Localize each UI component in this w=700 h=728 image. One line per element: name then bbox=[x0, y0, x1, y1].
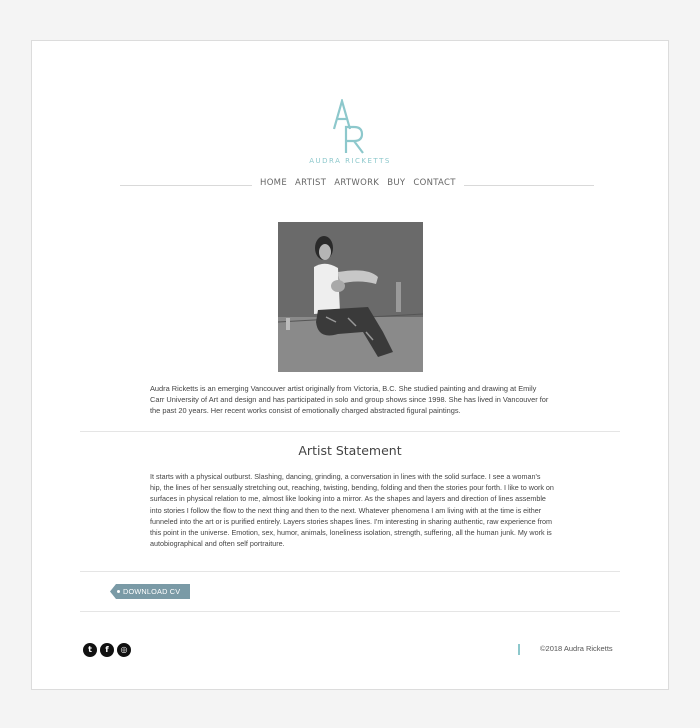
facebook-icon[interactable]: f bbox=[100, 643, 114, 657]
nav-menu: HOME ARTIST ARTWORK BUY CONTACT bbox=[260, 178, 456, 188]
artist-photo bbox=[278, 222, 423, 372]
nav-item-contact[interactable]: CONTACT bbox=[413, 178, 455, 188]
site-logo[interactable]: AUDRA RICKETTS bbox=[32, 99, 668, 165]
monogram-logo bbox=[320, 99, 380, 155]
nav-divider-left bbox=[120, 185, 252, 186]
page-frame: AUDRA RICKETTS HOME ARTIST ARTWORK BUY C… bbox=[31, 40, 669, 690]
artist-statement: It starts with a physical outburst. Slas… bbox=[150, 472, 554, 549]
artist-bio: Audra Ricketts is an emerging Vancouver … bbox=[150, 384, 549, 415]
nav-divider-right bbox=[464, 185, 594, 186]
brand-name: AUDRA RICKETTS bbox=[309, 157, 391, 165]
divider bbox=[80, 431, 620, 432]
instagram-icon[interactable]: ◎ bbox=[117, 643, 131, 657]
nav-item-buy[interactable]: BUY bbox=[387, 178, 405, 188]
social-links: t f ◎ bbox=[83, 643, 131, 657]
twitter-icon[interactable]: t bbox=[83, 643, 97, 657]
download-cv-button[interactable]: DOWNLOAD CV bbox=[110, 584, 190, 599]
statement-heading: Artist Statement bbox=[298, 443, 402, 458]
copyright-text: ©2018 Audra Ricketts bbox=[540, 644, 613, 653]
main-navigation: HOME ARTIST ARTWORK BUY CONTACT bbox=[120, 178, 594, 192]
nav-item-artist[interactable]: ARTIST bbox=[295, 178, 326, 188]
nav-item-home[interactable]: HOME bbox=[260, 178, 287, 188]
nav-item-artwork[interactable]: ARTWORK bbox=[334, 178, 379, 188]
divider bbox=[80, 611, 620, 612]
footer-accent-bar bbox=[518, 644, 520, 655]
divider bbox=[80, 571, 620, 572]
